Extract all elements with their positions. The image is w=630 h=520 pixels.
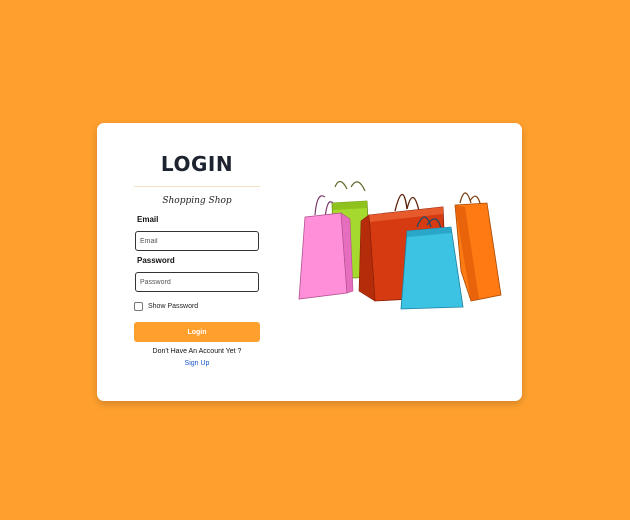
email-field[interactable] (135, 231, 259, 251)
no-account-text: Don't Have An Account Yet ? (152, 348, 242, 355)
show-password-checkbox[interactable] (134, 301, 143, 311)
show-password-row[interactable]: Show Password (134, 301, 198, 311)
title-divider (134, 186, 260, 187)
shopping-bags-illustration (298, 181, 502, 310)
password-label: Password (137, 256, 175, 265)
login-card: LOGIN Shopping Shop Email Password Show … (97, 123, 522, 401)
signup-link[interactable]: Sign Up (134, 360, 260, 367)
blue-bag-icon (400, 216, 464, 310)
password-field[interactable] (135, 272, 259, 292)
login-button[interactable]: Login (134, 322, 260, 342)
email-label: Email (137, 215, 159, 224)
shop-subtitle: Shopping Shop (162, 196, 232, 206)
orange-bag-icon (454, 192, 502, 302)
show-password-label: Show Password (148, 302, 199, 310)
page-title: LOGIN (160, 152, 234, 176)
